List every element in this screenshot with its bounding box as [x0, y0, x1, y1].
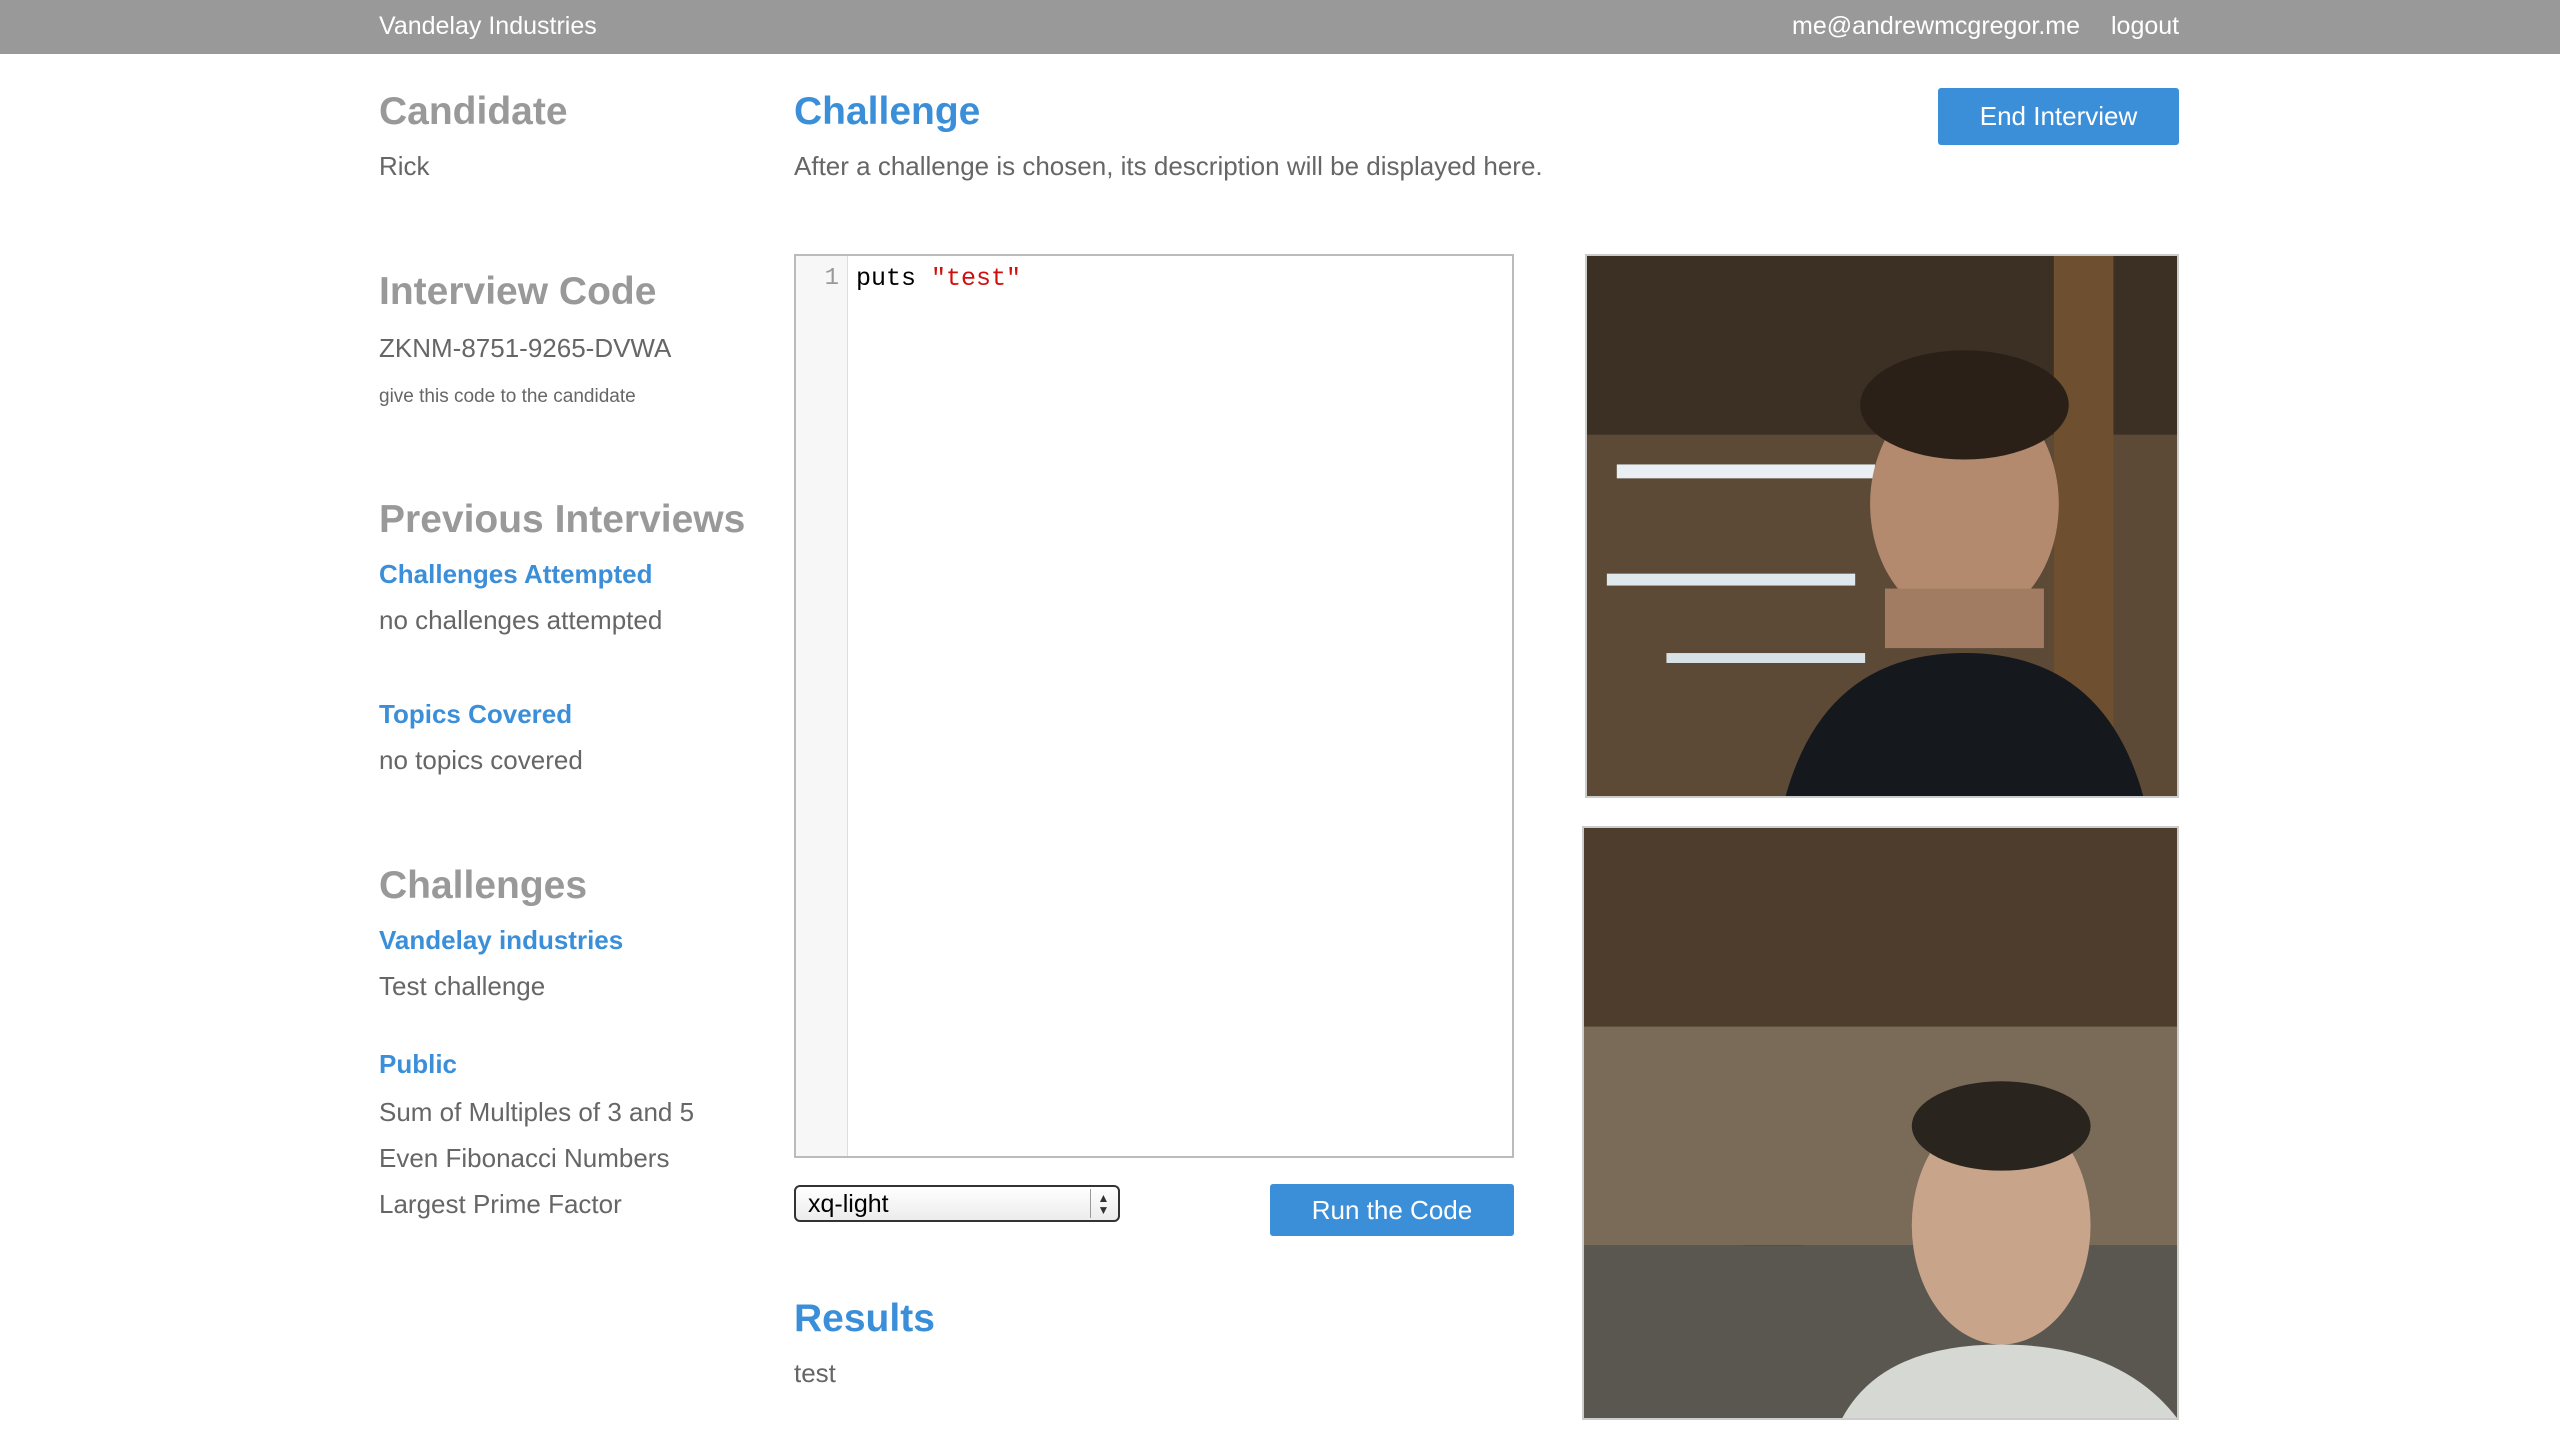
code-string: "test"	[931, 264, 1022, 293]
interview-code-hint: give this code to the candidate	[379, 386, 636, 407]
editor-gutter: 1	[796, 256, 848, 1156]
challenges-attempted-heading[interactable]: Challenges Attempted	[379, 558, 653, 590]
results-output: test	[794, 1358, 836, 1388]
brand-link[interactable]: Vandelay Industries	[379, 11, 597, 41]
video-feed-1	[1587, 256, 2177, 796]
challenge-description: After a challenge is chosen, its descrip…	[794, 151, 1543, 181]
challenges-heading: Challenges	[379, 864, 588, 907]
user-email: me@andrewmcgregor.me	[1792, 12, 2080, 40]
challenge-group-vandelay[interactable]: Vandelay industries	[379, 924, 623, 956]
logout-link[interactable]: logout	[2111, 11, 2179, 41]
select-arrows-icon: ▲ ▼	[1090, 1189, 1116, 1218]
interviewer-video	[1582, 826, 2179, 1420]
top-navbar: Vandelay Industries me@andrewmcgregor.me…	[0, 0, 2560, 54]
theme-select-value: xq-light	[808, 1190, 889, 1218]
line-number: 1	[824, 265, 839, 292]
code-line[interactable]: puts "test"	[856, 264, 1021, 294]
candidate-name: Rick	[379, 151, 430, 181]
topics-covered-heading[interactable]: Topics Covered	[379, 698, 572, 730]
challenge-item-even-fibonacci[interactable]: Even Fibonacci Numbers	[379, 1142, 669, 1174]
candidate-heading: Candidate	[379, 90, 568, 133]
code-editor[interactable]: 1 puts "test"	[794, 254, 1514, 1158]
challenge-group-public[interactable]: Public	[379, 1048, 457, 1080]
theme-select[interactable]: xq-light ▲ ▼	[794, 1185, 1120, 1222]
interview-code-heading: Interview Code	[379, 270, 657, 313]
challenge-item-test[interactable]: Test challenge	[379, 970, 545, 1002]
challenge-item-sum-multiples[interactable]: Sum of Multiples of 3 and 5	[379, 1096, 694, 1128]
challenges-attempted-value: no challenges attempted	[379, 605, 663, 635]
results-heading: Results	[794, 1297, 935, 1340]
topics-covered-value: no topics covered	[379, 745, 583, 775]
interview-code: ZKNM-8751-9265-DVWA	[379, 333, 672, 363]
previous-interviews-heading: Previous Interviews	[379, 498, 746, 541]
video-feed-2	[1584, 828, 2177, 1418]
end-interview-button[interactable]: End Interview	[1938, 88, 2179, 145]
challenge-heading: Challenge	[794, 90, 981, 133]
challenge-item-largest-prime[interactable]: Largest Prime Factor	[379, 1188, 622, 1220]
code-keyword: puts	[856, 264, 932, 293]
candidate-video	[1585, 254, 2179, 798]
run-code-button[interactable]: Run the Code	[1270, 1184, 1514, 1236]
